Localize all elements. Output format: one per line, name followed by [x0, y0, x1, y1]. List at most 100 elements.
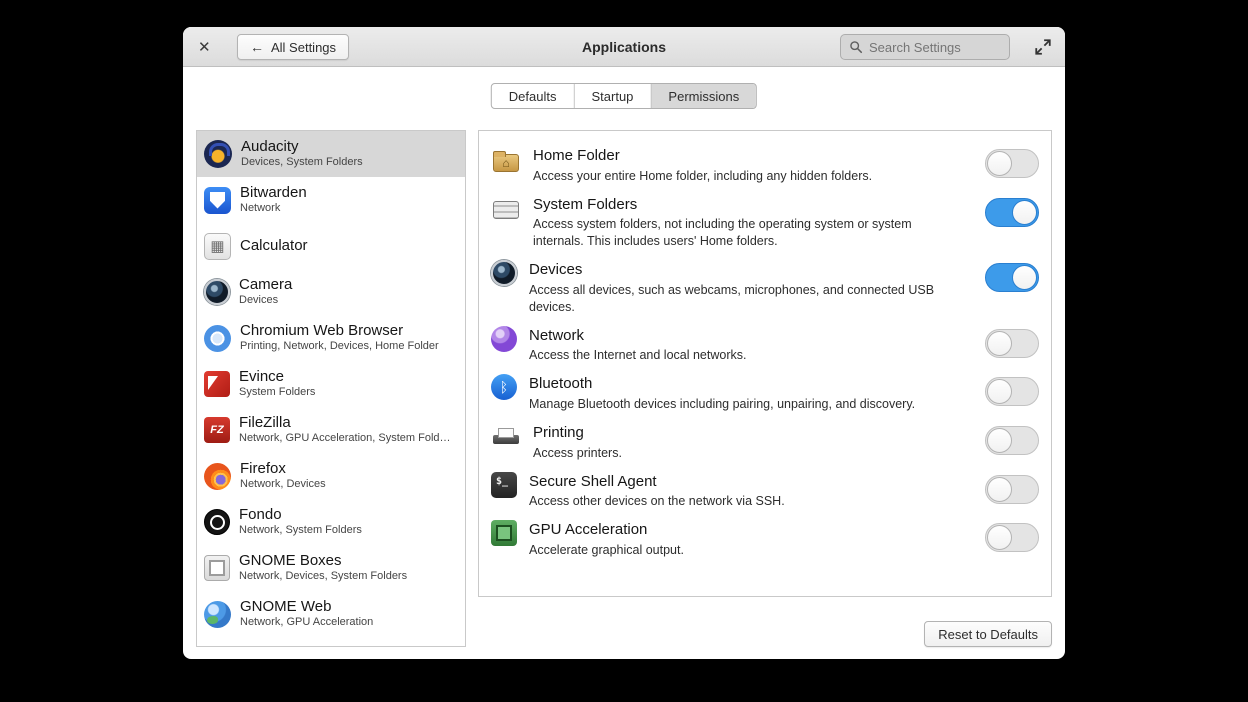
home-folder-icon: [491, 146, 521, 176]
permission-description: Access other devices on the network via …: [529, 493, 957, 510]
app-list-item[interactable]: Calculator: [197, 223, 465, 269]
app-list-item[interactable]: GNOME Web Network, GPU Acceleration: [197, 591, 465, 637]
permission-toggle[interactable]: [985, 329, 1039, 358]
app-list-item[interactable]: Fondo Network, System Folders: [197, 499, 465, 545]
chromium-icon: [204, 325, 231, 352]
tab-defaults[interactable]: Defaults: [492, 84, 574, 108]
app-permissions-summary: Network, Devices, System Folders: [239, 570, 407, 584]
firefox-icon: [204, 463, 231, 490]
all-settings-label: All Settings: [271, 40, 336, 55]
printing-icon: [491, 423, 521, 453]
app-name: Chromium Web Browser: [240, 322, 439, 340]
app-text: GNOME Web Network, GPU Acceleration: [240, 598, 373, 630]
app-text: Audacity Devices, System Folders: [241, 138, 363, 170]
filezilla-icon: [204, 417, 230, 443]
permission-row: Devices Access all devices, such as webc…: [489, 255, 1041, 321]
app-permissions-summary: Devices: [239, 294, 292, 308]
audacity-icon: [204, 140, 232, 168]
permission-description: Access the Internet and local networks.: [529, 347, 957, 364]
app-list-item[interactable]: Bitwarden Network: [197, 177, 465, 223]
tab-permissions[interactable]: Permissions: [650, 84, 756, 108]
toggle-knob: [1012, 265, 1037, 290]
app-name: Camera: [239, 276, 292, 294]
reset-to-defaults-button[interactable]: Reset to Defaults: [924, 621, 1052, 647]
permission-name: Printing: [533, 424, 973, 443]
permission-row: Network Access the Internet and local ne…: [489, 321, 1041, 370]
header-bar: ✕ ← All Settings Applications: [183, 27, 1065, 67]
app-name: Firefox: [240, 460, 326, 478]
toggle-knob: [987, 379, 1012, 404]
search-box: [840, 34, 1010, 60]
maximize-icon[interactable]: [1034, 38, 1052, 56]
app-name: Evince: [239, 368, 315, 386]
app-list-item[interactable]: Camera Devices: [197, 269, 465, 315]
app-name: FileZilla: [239, 414, 451, 432]
settings-window: ✕ ← All Settings Applications Defaults S…: [183, 27, 1065, 659]
toggle-knob: [987, 151, 1012, 176]
app-permissions-summary: Network: [240, 202, 307, 216]
gnome-web-icon: [204, 601, 231, 628]
app-list-item[interactable]: Firefox Network, Devices: [197, 453, 465, 499]
close-icon: ✕: [198, 38, 211, 56]
app-name: GNOME Web: [240, 598, 373, 616]
permission-row: Secure Shell Agent Access other devices …: [489, 467, 1041, 516]
ssh-icon: [491, 472, 517, 498]
all-settings-button[interactable]: ← All Settings: [237, 34, 349, 60]
toggle-knob: [1012, 200, 1037, 225]
permission-name: Bluetooth: [529, 375, 973, 394]
permission-toggle[interactable]: [985, 426, 1039, 455]
app-name: GNOME Boxes: [239, 552, 407, 570]
app-text: Firefox Network, Devices: [240, 460, 326, 492]
permission-toggle[interactable]: [985, 198, 1039, 227]
app-text: Fondo Network, System Folders: [239, 506, 362, 538]
app-list-item[interactable]: Evince System Folders: [197, 361, 465, 407]
permissions-list: Home Folder Access your entire Home fold…: [478, 130, 1052, 597]
evince-icon: [204, 371, 230, 397]
permission-description: Access system folders, not including the…: [533, 216, 961, 250]
app-permissions-summary: System Folders: [239, 386, 315, 400]
permission-toggle[interactable]: [985, 263, 1039, 292]
permission-toggle[interactable]: [985, 377, 1039, 406]
permission-toggle[interactable]: [985, 475, 1039, 504]
system-folders-icon: [491, 195, 521, 225]
permission-text: Bluetooth Manage Bluetooth devices inclu…: [529, 374, 973, 413]
permission-row: Home Folder Access your entire Home fold…: [489, 141, 1041, 190]
app-text: Bitwarden Network: [240, 184, 307, 216]
search-input[interactable]: [869, 40, 1001, 55]
app-list-item[interactable]: FileZilla Network, GPU Acceleration, Sys…: [197, 407, 465, 453]
app-text: FileZilla Network, GPU Acceleration, Sys…: [239, 414, 451, 446]
app-name: Fondo: [239, 506, 362, 524]
permission-name: GPU Acceleration: [529, 521, 973, 540]
app-list-item[interactable]: GNOME Boxes Network, Devices, System Fol…: [197, 545, 465, 591]
bitwarden-icon: [204, 187, 231, 214]
permission-name: System Folders: [533, 196, 973, 215]
calculator-icon: [204, 233, 231, 260]
fondo-icon: [204, 509, 230, 535]
toggle-knob: [987, 428, 1012, 453]
app-permissions-summary: Network, GPU Acceleration: [240, 616, 373, 630]
permission-description: Accelerate graphical output.: [529, 542, 957, 559]
app-list-item[interactable]: Audacity Devices, System Folders: [197, 131, 465, 177]
permission-name: Devices: [529, 261, 973, 280]
app-text: Calculator: [240, 237, 308, 255]
permission-toggle[interactable]: [985, 523, 1039, 552]
app-text: Evince System Folders: [239, 368, 315, 400]
app-list: Audacity Devices, System Folders Bitward…: [196, 130, 466, 647]
tab-switcher: Defaults Startup Permissions: [491, 83, 757, 109]
back-arrow-icon: ←: [250, 40, 264, 54]
gnome-boxes-icon: [204, 555, 230, 581]
close-button[interactable]: ✕: [198, 27, 211, 67]
camera-icon: [204, 279, 230, 305]
app-permissions-summary: Network, System Folders: [239, 524, 362, 538]
permission-text: Network Access the Internet and local ne…: [529, 326, 973, 365]
permission-text: Printing Access printers.: [533, 423, 973, 462]
permission-description: Access your entire Home folder, includin…: [533, 168, 961, 185]
permission-text: System Folders Access system folders, no…: [533, 195, 973, 251]
app-list-item[interactable]: Chromium Web Browser Printing, Network, …: [197, 315, 465, 361]
app-text: Camera Devices: [239, 276, 292, 308]
search-icon: [849, 40, 863, 54]
permission-description: Access printers.: [533, 445, 961, 462]
app-permissions-summary: Devices, System Folders: [241, 156, 363, 170]
permission-toggle[interactable]: [985, 149, 1039, 178]
tab-startup[interactable]: Startup: [573, 84, 650, 108]
